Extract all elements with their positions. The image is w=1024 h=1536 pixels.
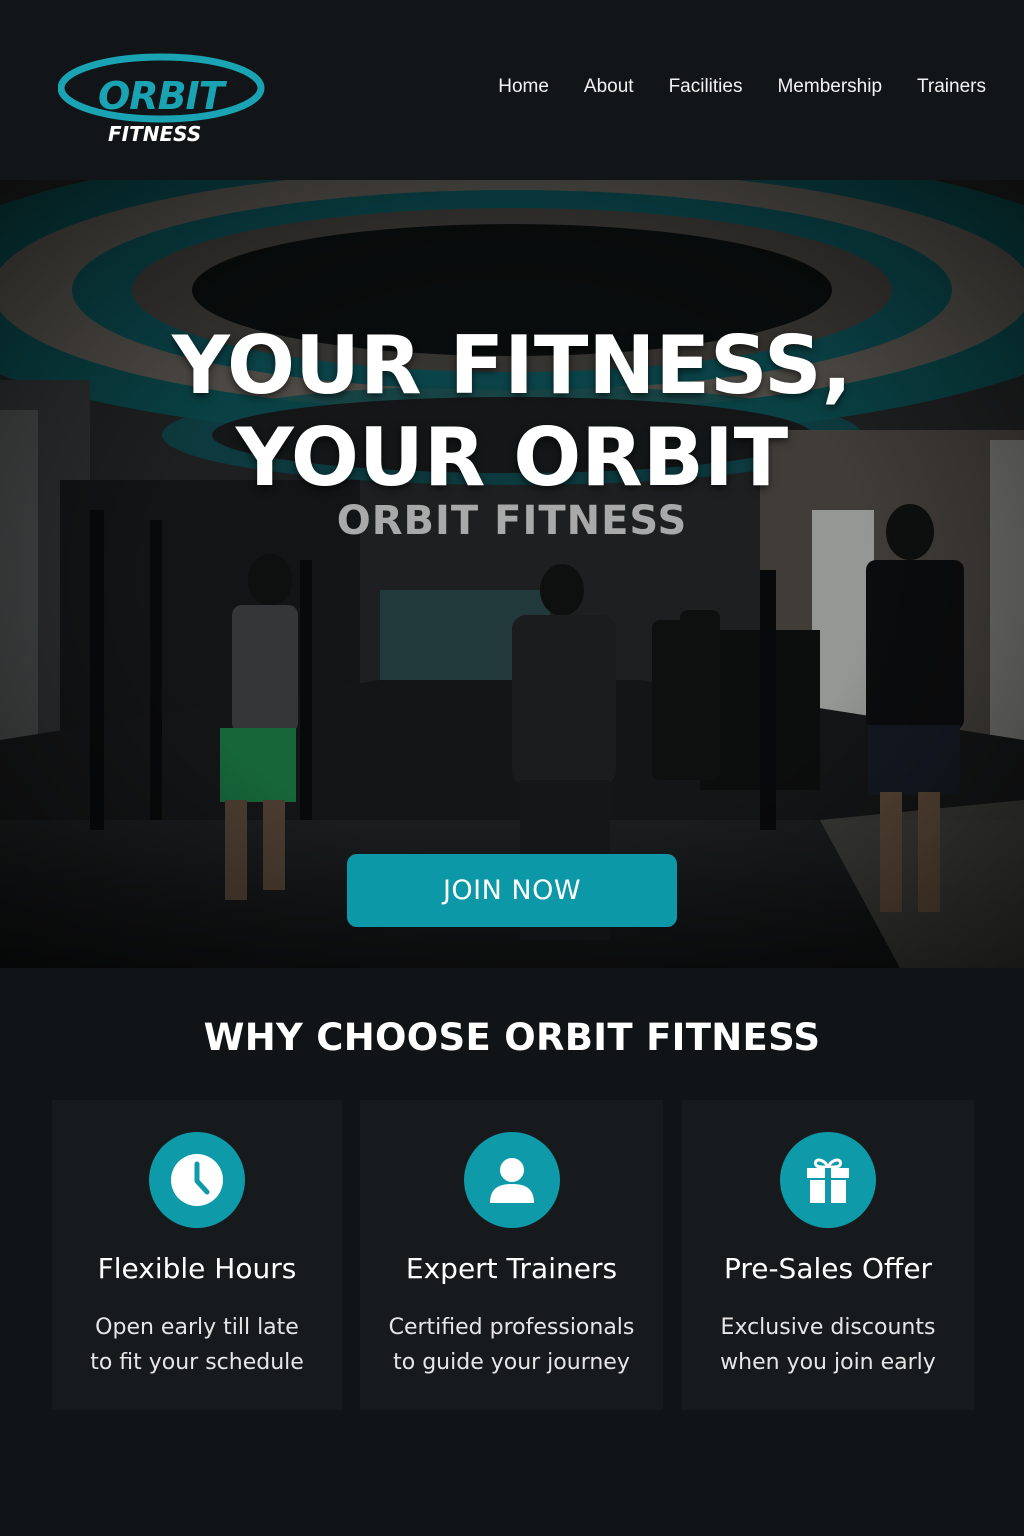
feature-description-line1: Exclusive discounts bbox=[720, 1315, 936, 1340]
nav-about[interactable]: About bbox=[584, 76, 634, 98]
clock-icon bbox=[149, 1132, 245, 1228]
feature-card-flexible-hours: Flexible Hours Open early till late to f… bbox=[52, 1100, 342, 1410]
hero-section: YOUR FITNESS, YOUR ORBIT ORBIT FITNESS J… bbox=[0, 180, 1024, 968]
main-nav: Home About Facilities Membership Trainer… bbox=[463, 76, 986, 98]
feature-title: Expert Trainers bbox=[405, 1252, 618, 1285]
feature-description-line1: Open early till late bbox=[95, 1315, 299, 1340]
feature-description-line1: Certified professionals bbox=[388, 1315, 635, 1340]
feature-description-line2: to guide your journey bbox=[393, 1350, 630, 1375]
gift-icon bbox=[780, 1132, 876, 1228]
nav-trainers[interactable]: Trainers bbox=[917, 76, 986, 98]
why-choose-section: WHY CHOOSE ORBIT FITNESS Flexible Hours … bbox=[0, 968, 1024, 1536]
feature-card-expert-trainers: Expert Trainers Certified professionals … bbox=[360, 1100, 663, 1410]
logo-wordmark-fitness: FITNESS bbox=[108, 122, 202, 146]
feature-title: Flexible Hours bbox=[97, 1252, 297, 1285]
orbit-fitness-logo[interactable]: ORBIT FITNESS bbox=[58, 52, 268, 148]
hero-title-line1: YOUR FITNESS, bbox=[171, 319, 853, 412]
feature-card-pre-sales-offer: Pre-Sales Offer Exclusive discounts when… bbox=[682, 1100, 974, 1410]
feature-description-line2: to fit your schedule bbox=[90, 1350, 304, 1375]
user-icon bbox=[463, 1132, 560, 1228]
hero-subtitle: ORBIT FITNESS bbox=[336, 498, 688, 544]
feature-description-line2: when you join early bbox=[720, 1350, 936, 1375]
feature-description: Open early till late to fit your schedul… bbox=[52, 1310, 342, 1380]
join-now-button[interactable]: JOIN NOW bbox=[347, 854, 677, 927]
nav-facilities[interactable]: Facilities bbox=[669, 76, 743, 98]
nav-membership[interactable]: Membership bbox=[777, 76, 882, 98]
feature-description: Exclusive discounts when you join early bbox=[682, 1310, 974, 1380]
section-title: WHY CHOOSE ORBIT FITNESS bbox=[203, 1016, 821, 1059]
feature-description: Certified professionals to guide your jo… bbox=[360, 1310, 663, 1380]
site-header: ORBIT FITNESS Home About Facilities Memb… bbox=[0, 0, 1024, 180]
hero-title-line2: YOUR ORBIT bbox=[235, 411, 789, 504]
nav-home[interactable]: Home bbox=[498, 76, 549, 98]
hero-gym-photo bbox=[0, 180, 1024, 968]
feature-title: Pre-Sales Offer bbox=[723, 1252, 933, 1285]
logo-wordmark-orbit: ORBIT bbox=[98, 74, 225, 118]
